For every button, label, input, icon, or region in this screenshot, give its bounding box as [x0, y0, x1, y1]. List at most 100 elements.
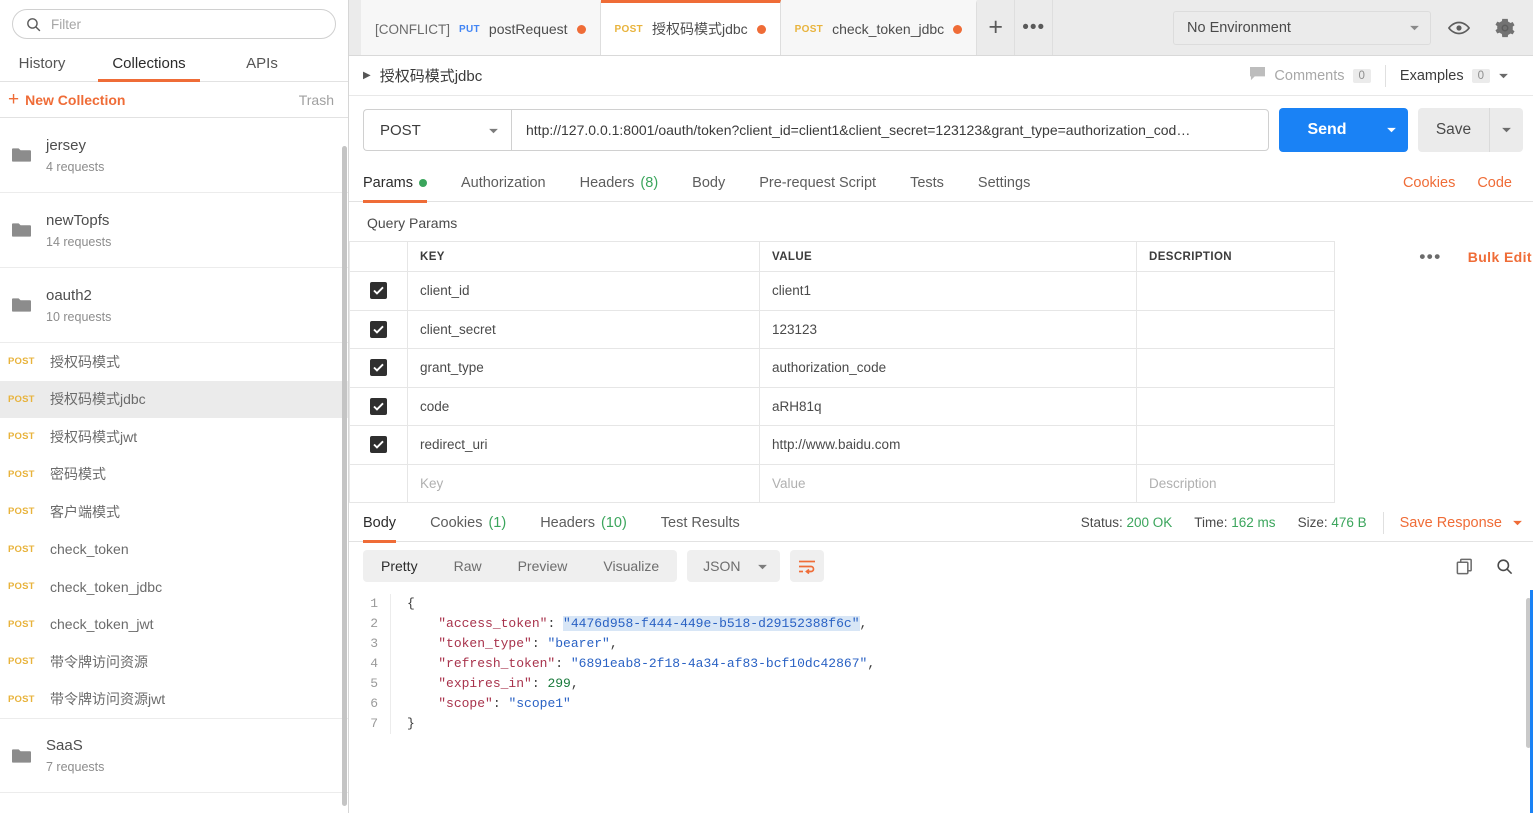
request-item[interactable]: POST 客户端模式: [0, 493, 348, 531]
collection-folder-jersey[interactable]: jersey 4 requests: [0, 118, 348, 193]
param-key[interactable]: grant_type: [407, 348, 760, 388]
response-body-area[interactable]: 1 2 3 4 5 6 7 { "access_token": "4476d95…: [349, 590, 1533, 813]
save-button[interactable]: Save: [1418, 108, 1490, 152]
param-description[interactable]: [1136, 348, 1335, 388]
row-checkbox-cell[interactable]: [349, 348, 408, 388]
new-collection-button[interactable]: + New Collection: [8, 90, 125, 109]
checkbox-checked-icon[interactable]: [370, 359, 387, 377]
row-checkbox-cell[interactable]: [349, 309, 408, 349]
param-key[interactable]: client_secret: [407, 309, 760, 349]
param-value[interactable]: client1: [759, 271, 1137, 311]
save-response-button[interactable]: Save Response: [1400, 515, 1523, 531]
table-row[interactable]: grant_type authorization_code: [349, 348, 1533, 388]
http-method-selector[interactable]: POST: [363, 109, 511, 151]
collection-folder-saas[interactable]: SaaS 7 requests: [0, 718, 348, 793]
environment-quick-look-button[interactable]: [1441, 11, 1477, 45]
collection-list[interactable]: jersey 4 requests newTopfs 14 requests o…: [0, 118, 348, 813]
tab-pre-request-script[interactable]: Pre-request Script: [742, 164, 893, 202]
open-tab-postrequest[interactable]: [CONFLICT] PUT postRequest: [361, 0, 601, 55]
checkbox-checked-icon[interactable]: [370, 397, 387, 415]
param-description[interactable]: [1136, 309, 1335, 349]
param-key[interactable]: redirect_uri: [407, 425, 760, 465]
row-checkbox-cell[interactable]: [349, 425, 408, 465]
trash-link[interactable]: Trash: [299, 92, 334, 108]
request-item[interactable]: POST 授权码模式: [0, 343, 348, 381]
response-tab-cookies[interactable]: Cookies (1): [413, 504, 523, 542]
open-tab-authcode-jdbc[interactable]: POST 授权码模式jdbc: [600, 0, 781, 55]
code-lines[interactable]: { "access_token": "4476d958-f444-449e-b5…: [391, 594, 875, 734]
send-options-button[interactable]: [1375, 108, 1408, 152]
tab-settings[interactable]: Settings: [961, 164, 1047, 202]
request-item[interactable]: POST 授权码模式jwt: [0, 418, 348, 456]
url-input[interactable]: [511, 109, 1269, 151]
row-checkbox-cell[interactable]: [349, 386, 408, 426]
tab-params[interactable]: Params: [363, 164, 444, 203]
checkbox-checked-icon[interactable]: [370, 282, 387, 300]
filter-input[interactable]: [51, 16, 323, 32]
tab-authorization[interactable]: Authorization: [444, 164, 563, 202]
row-checkbox-cell-empty[interactable]: [349, 463, 408, 503]
breadcrumb[interactable]: ▶ 授权码模式jdbc: [363, 65, 482, 86]
table-row[interactable]: code aRH81q: [349, 386, 1533, 426]
param-key[interactable]: client_id: [407, 271, 760, 311]
tab-body[interactable]: Body: [675, 164, 742, 202]
open-tab-check-token-jdbc[interactable]: POST check_token_jdbc: [780, 0, 978, 55]
sidebar-tab-history[interactable]: History: [0, 55, 84, 81]
sidebar-scrollbar[interactable]: [342, 146, 347, 806]
view-mode-preview[interactable]: Preview: [500, 550, 586, 582]
response-tab-test-results[interactable]: Test Results: [644, 504, 757, 542]
send-button[interactable]: Send: [1279, 108, 1375, 152]
bulk-edit-button[interactable]: Bulk Edit: [1456, 249, 1532, 265]
sidebar-tab-collections[interactable]: Collections: [84, 55, 214, 82]
tab-tests[interactable]: Tests: [893, 164, 961, 202]
params-options-icon[interactable]: •••: [1405, 247, 1455, 267]
param-value-placeholder[interactable]: Value: [759, 463, 1137, 503]
tab-headers[interactable]: Headers (8): [563, 164, 676, 202]
response-format-selector[interactable]: JSON: [687, 550, 780, 582]
table-row[interactable]: redirect_uri http://www.baidu.com: [349, 425, 1533, 465]
copy-icon[interactable]: [1449, 551, 1479, 581]
tab-options-button[interactable]: •••: [1015, 0, 1054, 55]
collection-folder-newtopfs[interactable]: newTopfs 14 requests: [0, 193, 348, 268]
param-value[interactable]: authorization_code: [759, 348, 1137, 388]
search-icon[interactable]: [1489, 551, 1519, 581]
new-tab-button[interactable]: +: [977, 0, 1016, 55]
param-key[interactable]: code: [407, 386, 760, 426]
response-tab-body[interactable]: Body: [363, 504, 413, 543]
environment-selector[interactable]: No Environment: [1173, 10, 1431, 45]
request-item[interactable]: POST 带令牌访问资源: [0, 643, 348, 681]
request-item[interactable]: POST check_token_jwt: [0, 606, 348, 644]
save-options-button[interactable]: [1490, 108, 1523, 152]
view-mode-raw[interactable]: Raw: [436, 550, 500, 582]
code-link[interactable]: Code: [1466, 175, 1523, 191]
param-description[interactable]: [1136, 271, 1335, 311]
word-wrap-toggle[interactable]: [789, 550, 824, 582]
param-description-placeholder[interactable]: Description: [1136, 463, 1335, 503]
table-row[interactable]: client_secret 123123: [349, 309, 1533, 349]
request-item[interactable]: POST 带令牌访问资源jwt: [0, 681, 348, 719]
sidebar-tab-apis[interactable]: APIs: [214, 55, 310, 81]
comments-button[interactable]: Comments 0: [1235, 66, 1385, 85]
checkbox-checked-icon[interactable]: [370, 436, 387, 454]
filter-box[interactable]: [12, 9, 336, 39]
settings-gear-button[interactable]: [1487, 11, 1523, 45]
select-all-cell[interactable]: [349, 241, 408, 272]
request-item-selected[interactable]: POST 授权码模式jdbc: [0, 380, 348, 418]
table-row-empty[interactable]: Key Value Description: [349, 463, 1533, 503]
table-row[interactable]: client_id client1: [349, 271, 1533, 311]
view-mode-pretty[interactable]: Pretty: [363, 550, 436, 582]
request-item[interactable]: POST check_token: [0, 531, 348, 569]
examples-button[interactable]: Examples 0: [1386, 68, 1523, 84]
collection-folder-oauth2[interactable]: oauth2 10 requests: [0, 268, 348, 343]
view-mode-visualize[interactable]: Visualize: [585, 550, 677, 582]
cookies-link[interactable]: Cookies: [1392, 175, 1466, 191]
param-value[interactable]: http://www.baidu.com: [759, 425, 1137, 465]
row-checkbox-cell[interactable]: [349, 271, 408, 311]
param-value[interactable]: 123123: [759, 309, 1137, 349]
request-item[interactable]: POST 密码模式: [0, 456, 348, 494]
request-item[interactable]: POST check_token_jdbc: [0, 568, 348, 606]
response-tab-headers[interactable]: Headers (10): [523, 504, 644, 542]
param-value[interactable]: aRH81q: [759, 386, 1137, 426]
param-description[interactable]: [1136, 386, 1335, 426]
param-key-placeholder[interactable]: Key: [407, 463, 760, 503]
